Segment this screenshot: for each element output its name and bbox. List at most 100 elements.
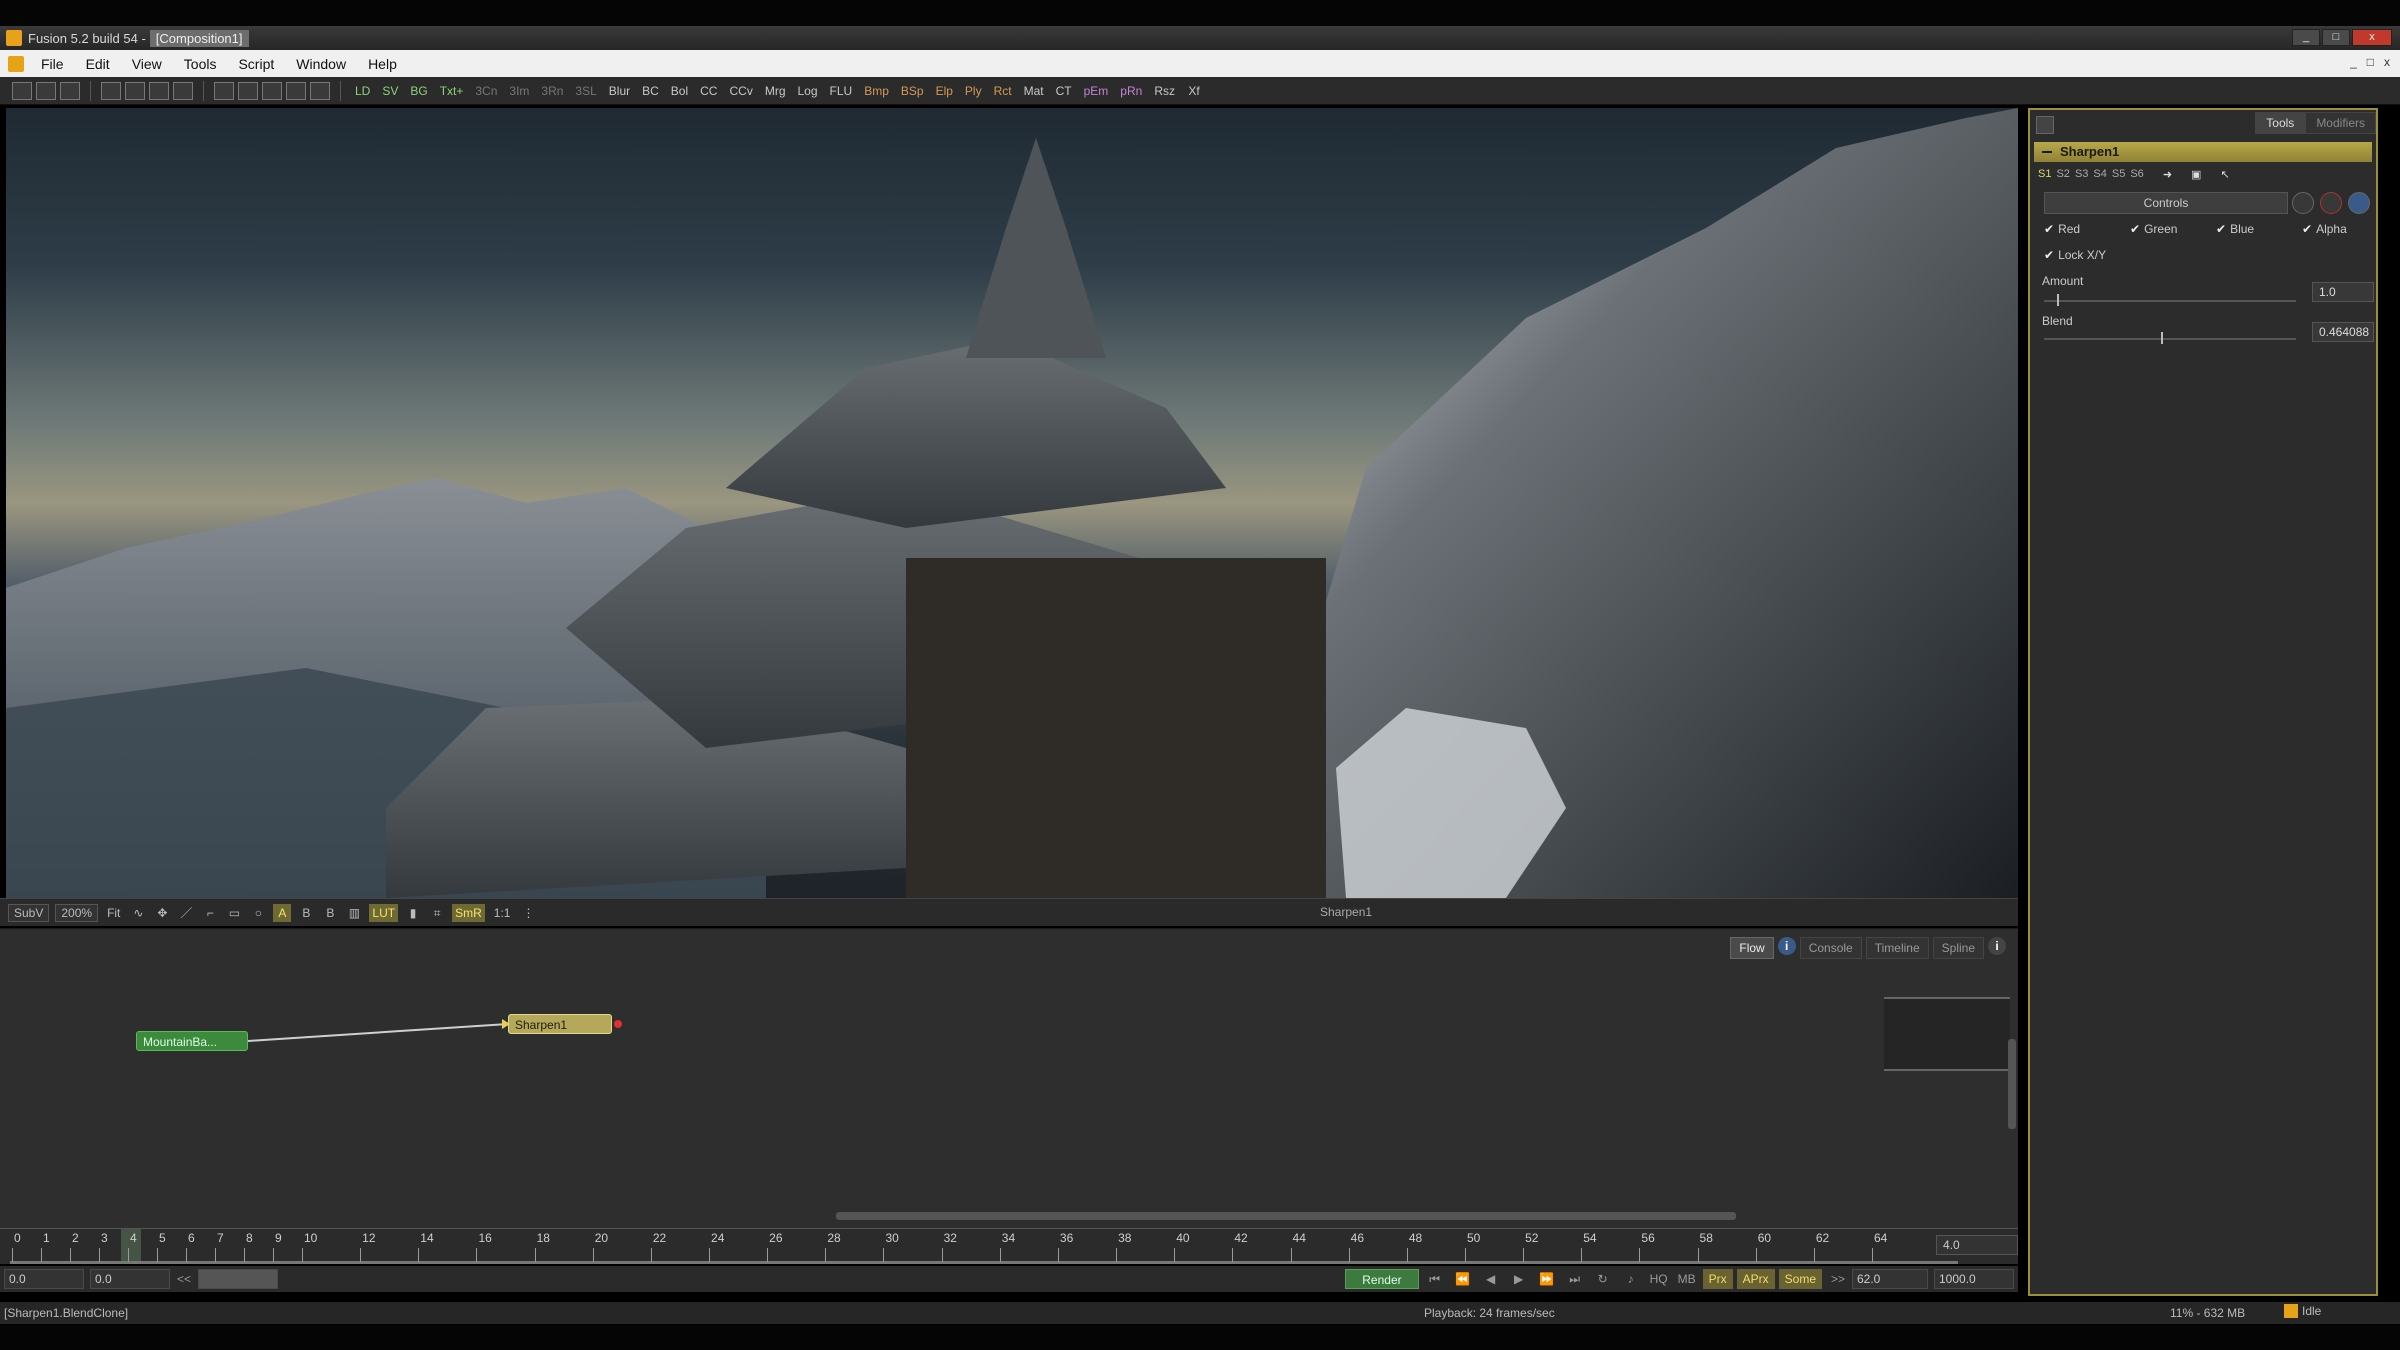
tool-button-3im[interactable]: 3Im [505, 81, 533, 101]
maximize-button[interactable]: □ [2322, 29, 2350, 46]
flow-view[interactable]: Flow i Console Timeline Spline i Mountai… [0, 928, 2018, 1228]
lock-icon[interactable]: ▮ [404, 904, 422, 922]
tool-button-elp[interactable]: Elp [932, 81, 957, 101]
scroll-thumb[interactable] [2008, 1039, 2016, 1129]
tool-button-bg[interactable]: BG [406, 81, 431, 101]
prx-button[interactable]: Prx [1702, 1269, 1733, 1289]
copy-icon[interactable] [101, 81, 121, 100]
menu-window[interactable]: Window [285, 56, 357, 72]
mb-button[interactable]: MB [1675, 1269, 1699, 1289]
open-file-icon[interactable] [36, 81, 56, 100]
tool-button-ccv[interactable]: CCv [725, 81, 756, 101]
redo-icon[interactable] [173, 81, 193, 100]
render-start-field[interactable]: 0.0 [90, 1269, 170, 1289]
current-frame-slider[interactable] [198, 1269, 278, 1289]
flow-horizontal-scrollbar[interactable] [836, 1212, 1736, 1220]
prev-key-icon[interactable]: ⏪ [1451, 1269, 1475, 1289]
new-file-icon[interactable] [12, 81, 32, 100]
minimize-button[interactable]: _ [2292, 29, 2320, 46]
smr-button[interactable]: SmR [452, 903, 485, 922]
close-button[interactable]: x [2352, 29, 2392, 46]
amount-slider-knob[interactable] [2056, 294, 2059, 306]
tool-button-log[interactable]: Log [794, 81, 822, 101]
flow-navigator[interactable] [1884, 997, 2010, 1071]
tool-button-3rn[interactable]: 3Rn [537, 81, 567, 101]
time-ruler[interactable]: 4.0 0 1 2 3 4 5 6 7 8 9 10 12 14 16 18 20 22 24 26 28 30 32 34… [0, 1228, 2018, 1264]
composition-icon[interactable] [8, 55, 24, 72]
version-s1[interactable]: S1 [2038, 168, 2051, 181]
check-red[interactable]: ✔ Red [2044, 222, 2080, 236]
tab-modifiers[interactable]: Modifiers [2305, 112, 2376, 134]
layout-dual-icon[interactable] [238, 81, 258, 100]
tool-button-sv[interactable]: SV [378, 81, 402, 101]
pointer-icon[interactable]: ↖ [2220, 168, 2229, 181]
render-button[interactable]: Render [1345, 1269, 1419, 1289]
hq-button[interactable]: HQ [1647, 1269, 1671, 1289]
mdi-restore-button[interactable]: □ [2367, 55, 2374, 69]
loader-node[interactable]: MountainBa... [136, 1031, 248, 1051]
version-s6[interactable]: S6 [2130, 168, 2143, 181]
tab-tools[interactable]: Tools [2255, 112, 2306, 134]
layout-quad-icon[interactable] [286, 81, 306, 100]
pick-icon[interactable]: ⌐ [201, 904, 219, 922]
next-key-icon[interactable]: ⏩ [1535, 1269, 1559, 1289]
subview-select[interactable]: SubV [8, 903, 50, 922]
tool-info-icon[interactable] [2348, 192, 2370, 214]
paste-icon[interactable] [125, 81, 145, 100]
some-button[interactable]: Some [1778, 1269, 1822, 1289]
tool-button-3sl[interactable]: 3SL [571, 81, 600, 101]
menu-script[interactable]: Script [227, 56, 285, 72]
tool-button-bc[interactable]: BC [638, 81, 663, 101]
tool-button-ply[interactable]: Ply [961, 81, 986, 101]
tool-button-bol[interactable]: Bol [667, 81, 692, 101]
menu-edit[interactable]: Edit [75, 56, 121, 72]
tool-button-ld[interactable]: LD [351, 81, 374, 101]
zoom-select[interactable]: 200% [55, 903, 99, 922]
reset-icon[interactable] [2320, 192, 2342, 214]
menu-help[interactable]: Help [357, 56, 408, 72]
global-end-field[interactable]: 1000.0 [1934, 1269, 2014, 1289]
tool-header[interactable]: Sharpen1 [2034, 142, 2372, 162]
menu-file[interactable]: File [30, 56, 75, 72]
tool-button-rsz[interactable]: Rsz [1150, 81, 1179, 101]
rewind-button[interactable]: << [172, 1269, 196, 1289]
panel-spinner-icon[interactable] [2036, 116, 2054, 134]
forward-button[interactable]: >> [1826, 1269, 1850, 1289]
tool-button-ct[interactable]: CT [1052, 81, 1076, 101]
play-reverse-icon[interactable]: ◀ [1479, 1269, 1503, 1289]
flow-vertical-scrollbar[interactable] [2008, 959, 2016, 1189]
layout-split-icon[interactable] [262, 81, 282, 100]
amount-value[interactable]: 1.0 [2312, 282, 2374, 302]
play-icon[interactable]: ▶ [1507, 1269, 1531, 1289]
mdi-minimize-button[interactable]: _ [2350, 55, 2357, 69]
tool-button-pem[interactable]: pEm [1080, 81, 1113, 101]
audio-icon[interactable]: ♪ [1619, 1269, 1643, 1289]
collapse-icon[interactable] [2042, 151, 2052, 153]
tool-button-flu[interactable]: FLU [826, 81, 857, 101]
tool-button-cc[interactable]: CC [696, 81, 721, 101]
ruler-end-field[interactable]: 4.0 [1936, 1235, 2018, 1255]
check-alpha[interactable]: ✔ Alpha [2302, 222, 2347, 236]
layout-full-icon[interactable] [310, 81, 330, 100]
blend-slider-knob[interactable] [2160, 332, 2163, 344]
rectangle-icon[interactable]: ▭ [225, 904, 243, 922]
menu-tools[interactable]: Tools [173, 56, 228, 72]
tool-button-3cn[interactable]: 3Cn [471, 81, 501, 101]
mdi-close-button[interactable]: x [2384, 55, 2390, 69]
pin-icon[interactable]: ➜ [2163, 168, 2172, 181]
tab-controls[interactable]: Controls [2044, 192, 2288, 214]
loop-icon[interactable]: ↻ [1591, 1269, 1615, 1289]
version-s4[interactable]: S4 [2093, 168, 2106, 181]
tool-button-rct[interactable]: Rct [990, 81, 1016, 101]
save-settings-icon[interactable]: ▣ [2191, 168, 2201, 181]
menu-view[interactable]: View [121, 56, 173, 72]
version-s3[interactable]: S3 [2075, 168, 2088, 181]
tool-button-blur[interactable]: Blur [605, 81, 634, 101]
tool-button-bsp[interactable]: BSp [897, 81, 928, 101]
amount-slider[interactable] [2044, 294, 2296, 306]
ratio-button[interactable]: 1:1 [491, 904, 514, 922]
global-start-field[interactable]: 0.0 [4, 1269, 84, 1289]
view-b-button[interactable]: B [321, 904, 339, 922]
check-lock-xy[interactable]: ✔ Lock X/Y [2044, 248, 2106, 262]
tool-button-prn[interactable]: pRn [1116, 81, 1146, 101]
